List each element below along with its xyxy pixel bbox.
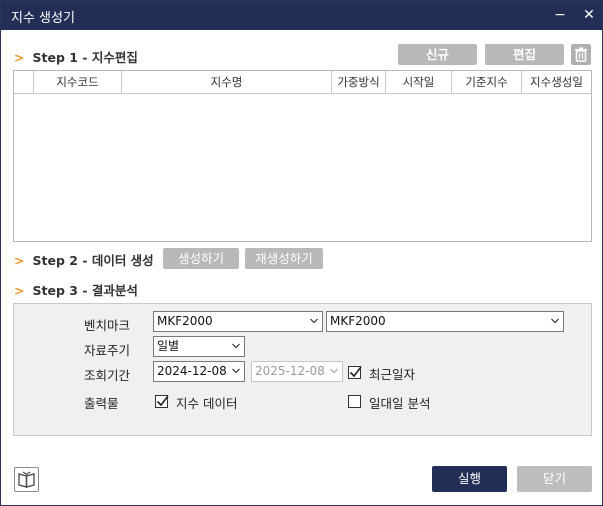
daily-analysis-label: 일대일 분석 [369,396,431,411]
start-date-picker[interactable]: 2024-12-08 [153,361,245,382]
checkmark-icon [156,395,169,407]
help-book-button[interactable] [14,467,39,492]
output-label: 출력물 [84,396,119,411]
analysis-panel: 벤치마크 MKF2000 MKF2000 자료주기 일별 조회기간 2024-1… [13,303,592,436]
column-header-weighting[interactable]: 가중방식 [332,71,386,93]
recent-date-checkbox[interactable] [348,366,362,379]
checkmark-icon [349,366,362,378]
benchmark-select-2-value: MKF2000 [330,314,386,328]
close-button[interactable]: 닫기 [517,466,592,492]
recent-date-label: 최근일자 [369,367,416,382]
start-date-value: 2024-12-08 [157,364,227,378]
window-title: 지수 생성기 [11,11,75,26]
period-label: 조회기간 [84,368,131,383]
chevron-right-icon: > [14,50,25,65]
chevron-right-icon: > [14,253,25,268]
trash-icon [575,47,587,62]
delete-button[interactable] [571,44,591,65]
close-window-button[interactable]: ✕ [578,5,600,25]
end-date-value: 2025-12-08 [255,364,325,378]
chevron-down-icon [232,343,240,349]
index-data-checkbox[interactable] [155,395,169,408]
step1-label: Step 1 - 지수편집 [32,50,138,65]
index-generator-window: 지수 생성기 − ✕ > Step 1 - 지수편집 신규 편집 지수코드 지수명… [0,0,603,506]
minimize-button[interactable]: − [549,5,571,25]
column-header-index-code[interactable]: 지수코드 [34,71,122,93]
chevron-down-icon [310,318,318,324]
generate-button[interactable]: 생성하기 [163,248,239,269]
column-header-index-name[interactable]: 지수명 [122,71,332,93]
index-data-label: 지수 데이터 [176,396,238,411]
step2-header: > Step 2 - 데이터 생성 [14,250,154,269]
regenerate-button[interactable]: 재생성하기 [245,248,323,269]
benchmark-select-1[interactable]: MKF2000 [153,311,323,332]
frequency-select-value: 일별 [157,339,180,353]
column-header-start-date[interactable]: 시작일 [386,71,452,93]
column-header-base-index[interactable]: 기준지수 [452,71,522,93]
step2-label: Step 2 - 데이터 생성 [32,253,154,268]
title-bar: 지수 생성기 − ✕ [1,1,602,30]
edit-button[interactable]: 편집 [485,44,564,65]
benchmark-select-2[interactable]: MKF2000 [326,311,564,332]
new-button[interactable]: 신규 [398,44,477,65]
index-table[interactable]: 지수코드 지수명 가중방식 시작일 기준지수 지수생성일 [13,70,592,242]
column-header-select[interactable] [14,71,34,93]
chevron-down-icon [232,368,240,374]
frequency-select[interactable]: 일별 [153,336,245,357]
table-header: 지수코드 지수명 가중방식 시작일 기준지수 지수생성일 [14,71,591,94]
step3-label: Step 3 - 결과분석 [32,283,138,298]
chevron-down-icon [551,318,559,324]
benchmark-select-1-value: MKF2000 [157,314,213,328]
book-icon [18,471,35,488]
column-header-created-date[interactable]: 지수생성일 [522,71,591,93]
daily-analysis-checkbox[interactable] [348,395,361,408]
chevron-down-icon [330,368,338,374]
step3-header: > Step 3 - 결과분석 [14,280,138,299]
chevron-right-icon: > [14,283,25,298]
benchmark-label: 벤치마크 [84,318,131,333]
run-button[interactable]: 실행 [432,466,507,492]
end-date-picker: 2025-12-08 [251,361,343,382]
frequency-label: 자료주기 [84,343,131,358]
step1-header: > Step 1 - 지수편집 [14,47,138,66]
